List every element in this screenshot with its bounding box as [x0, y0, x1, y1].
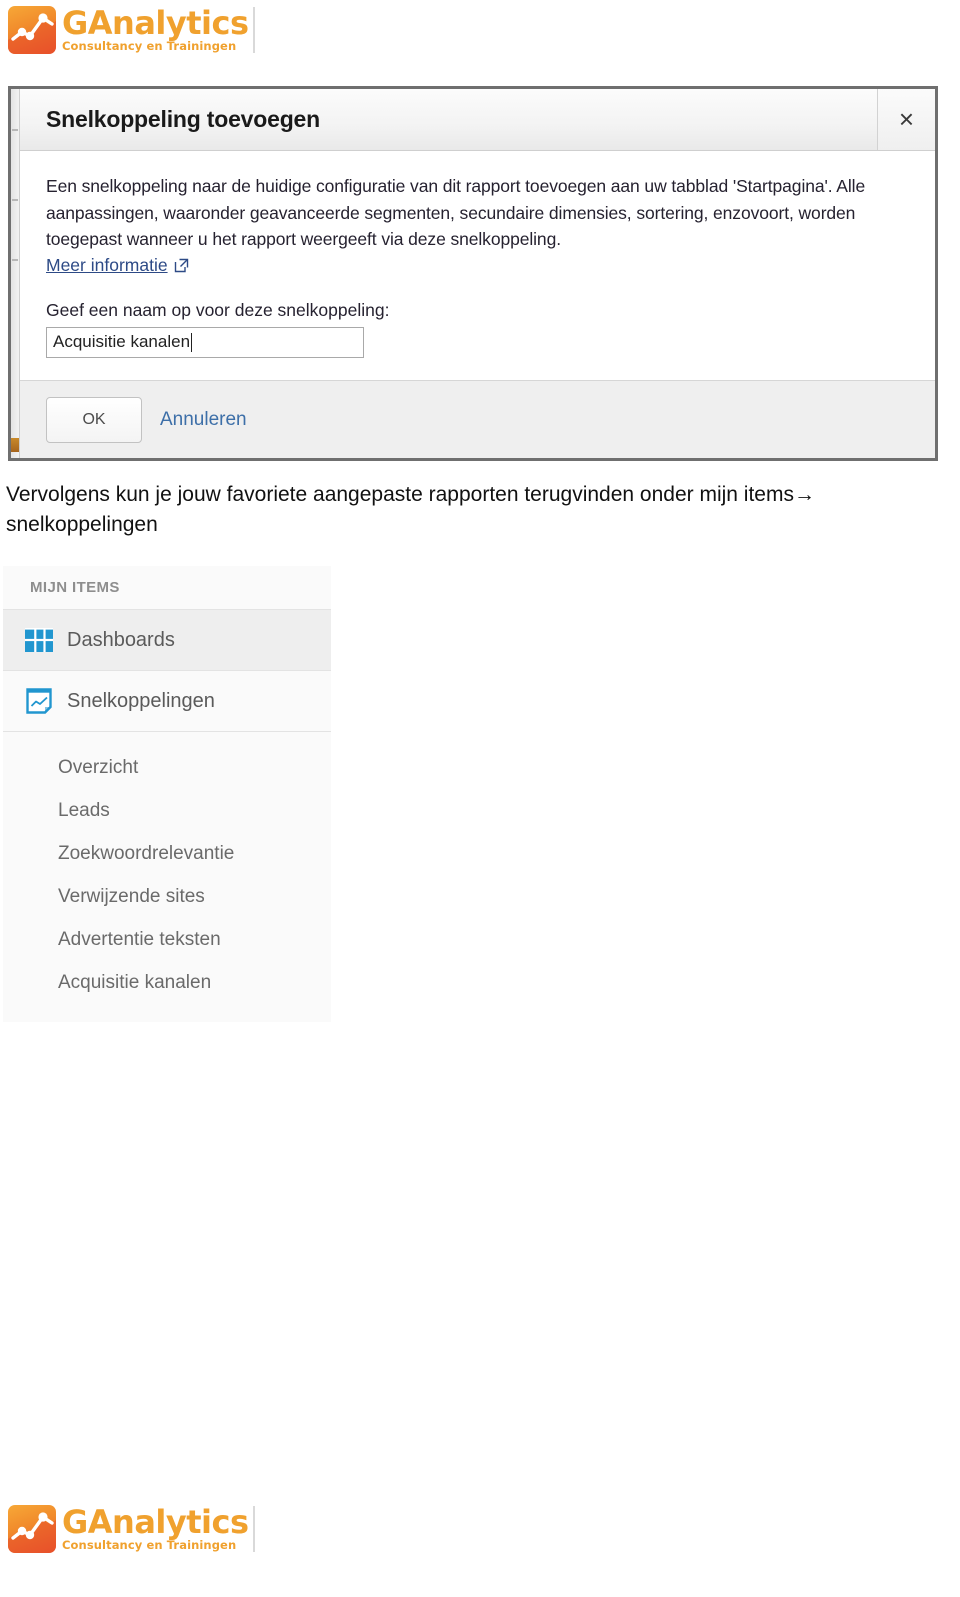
shortcut-name-input-wrap[interactable]: Acquisitie kanalen [46, 326, 909, 358]
more-info-link[interactable]: Meer informatie [46, 255, 168, 276]
brand-name: GAnalytics [62, 1503, 249, 1542]
ok-button[interactable]: OK [46, 396, 142, 443]
list-item[interactable]: Leads [3, 789, 331, 832]
shortcut-name-label: Geef een naam op voor deze snelkoppeling… [46, 299, 390, 320]
dialog-body: Een snelkoppeling naar de huidige config… [20, 151, 935, 380]
sidebar-sub-list: Overzicht Leads Zoekwoordrelevantie Verw… [3, 732, 331, 1022]
brand-logo-bottom: GAnalytics Consultancy en Trainingen [8, 1505, 255, 1553]
list-item[interactable]: Zoekwoordrelevantie [3, 832, 331, 875]
cancel-button[interactable]: Annuleren [160, 409, 247, 431]
list-item[interactable]: Verwijzende sites [3, 875, 331, 918]
dashboard-grid-icon [24, 625, 54, 655]
list-item[interactable]: Advertentie teksten [3, 918, 331, 961]
more-info-link-wrap[interactable]: Meer informatie [46, 255, 189, 276]
shortcut-name-input[interactable]: Acquisitie kanalen [46, 326, 364, 358]
dialog-footer: OK Annuleren [20, 380, 935, 458]
brand-tagline: Consultancy en Trainingen [62, 1538, 237, 1553]
brand-wordmark: GAnalytics Consultancy en Trainingen [62, 7, 255, 53]
shortcut-chart-icon [24, 686, 54, 716]
sidebar-item-label: Snelkoppelingen [67, 689, 215, 712]
dialog-title: Snelkoppeling toevoegen [46, 106, 320, 132]
dialog-inner: Snelkoppeling toevoegen × Een snelkoppel… [20, 89, 935, 458]
brand-name: GAnalytics [62, 4, 249, 43]
line-chart-icon [8, 1505, 56, 1553]
dialog-description: Een snelkoppeling naar de huidige config… [46, 176, 866, 250]
line-chart-icon [8, 6, 56, 54]
scrollbar-strip[interactable] [11, 89, 20, 458]
external-link-icon [174, 258, 189, 273]
sidebar-item-dashboards[interactable]: Dashboards [3, 610, 331, 671]
close-icon[interactable]: × [877, 89, 935, 150]
brand-tagline: Consultancy en Trainingen [62, 39, 237, 54]
body-paragraph: Vervolgens kun je jouw favoriete aangepa… [6, 483, 815, 536]
sidebar-item-snelkoppelingen[interactable]: Snelkoppelingen [3, 671, 331, 732]
brand-logo-top: GAnalytics Consultancy en Trainingen [8, 6, 255, 54]
add-shortcut-dialog: Snelkoppeling toevoegen × Een snelkoppel… [8, 86, 938, 461]
dialog-header: Snelkoppeling toevoegen × [20, 89, 935, 151]
sidebar-item-label: Dashboards [67, 628, 175, 651]
list-item[interactable]: Acquisitie kanalen [3, 961, 331, 1004]
my-items-sidebar: MIJN ITEMS Dashboards Snelkoppelingen Ov… [3, 566, 331, 1022]
sidebar-section-header: MIJN ITEMS [3, 566, 331, 610]
list-item[interactable]: Overzicht [3, 746, 331, 789]
shortcut-name-value: Acquisitie kanalen [53, 332, 191, 352]
brand-wordmark: GAnalytics Consultancy en Trainingen [62, 1506, 255, 1552]
text-caret [191, 332, 193, 352]
